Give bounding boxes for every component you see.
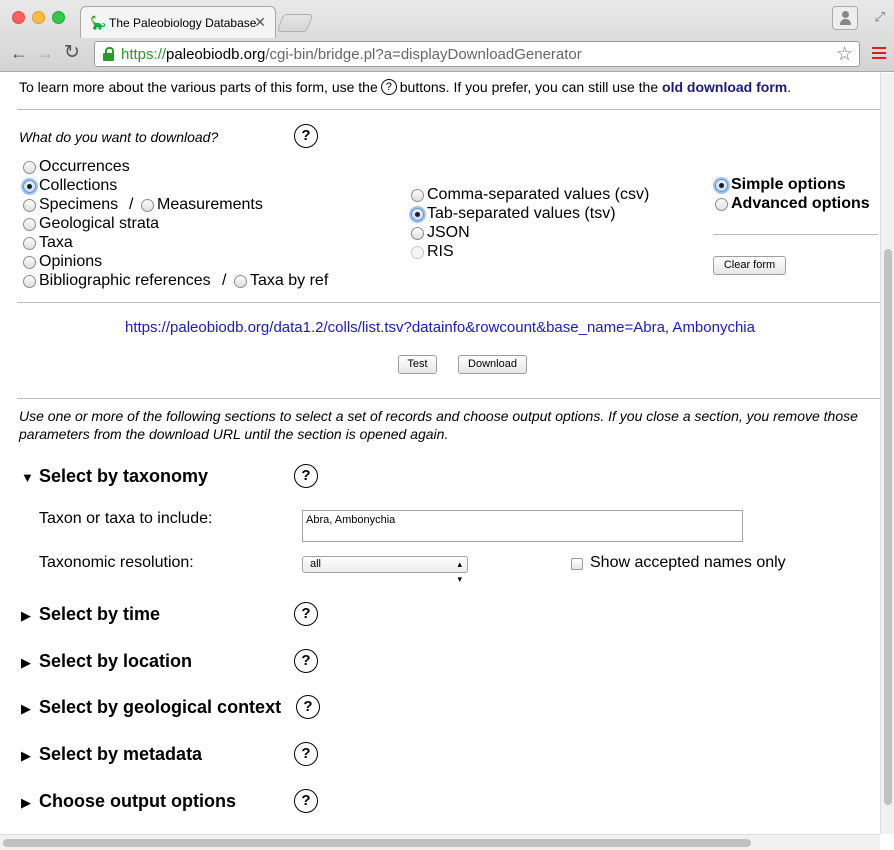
old-download-form-link[interactable]: old download form bbox=[662, 79, 787, 95]
triangle-right-icon: ▶ bbox=[21, 795, 31, 810]
triangle-down-icon: ▼ bbox=[21, 470, 34, 485]
radio-measurements[interactable] bbox=[141, 199, 154, 212]
accepted-names-checkbox[interactable] bbox=[571, 558, 583, 570]
help-taxonomy-button[interactable]: ? bbox=[294, 464, 318, 488]
vertical-scrollbar[interactable] bbox=[880, 73, 894, 834]
radio-format-tsv[interactable] bbox=[411, 208, 424, 221]
help-icon: ? bbox=[380, 79, 397, 95]
address-bar[interactable]: https://paleobiodb.org/cgi-bin/bridge.pl… bbox=[94, 41, 860, 67]
section-time-toggle[interactable]: ▶ Select by time bbox=[21, 604, 160, 625]
record-type-refs-label: Bibliographic references bbox=[39, 272, 211, 289]
help-geological-context-button[interactable]: ? bbox=[296, 695, 320, 719]
format-json-label: JSON bbox=[427, 224, 470, 241]
divider bbox=[17, 302, 880, 303]
triangle-right-icon: ▶ bbox=[21, 608, 31, 623]
radio-collections[interactable] bbox=[23, 180, 36, 193]
fullscreen-icon[interactable]: ⤢ bbox=[875, 9, 885, 25]
divider bbox=[713, 234, 878, 235]
help-what-button[interactable]: ? bbox=[294, 124, 318, 148]
section-metadata-toggle[interactable]: ▶ Select by metadata bbox=[21, 744, 202, 765]
divider bbox=[17, 109, 880, 110]
horizontal-scrollbar[interactable] bbox=[0, 834, 880, 850]
dinosaur-favicon-icon: 🦕 bbox=[90, 15, 107, 30]
profile-button[interactable] bbox=[832, 6, 858, 30]
url-text[interactable]: https://paleobiodb.org/cgi-bin/bridge.pl… bbox=[121, 46, 582, 63]
taxonomic-resolution-select[interactable]: all ▴ ▾ bbox=[302, 556, 468, 584]
format-ris-label: RIS bbox=[427, 243, 454, 260]
triangle-right-icon: ▶ bbox=[21, 748, 31, 763]
record-type-taxa-by-ref-label: Taxa by ref bbox=[250, 272, 329, 289]
clear-form-button[interactable]: Clear form bbox=[713, 256, 786, 275]
sections-instructions: Use one or more of the following section… bbox=[19, 408, 858, 442]
person-icon bbox=[840, 11, 851, 25]
bookmark-star-icon[interactable]: ☆ bbox=[836, 43, 853, 66]
download-button[interactable]: Download bbox=[458, 355, 527, 374]
radio-format-ris[interactable] bbox=[411, 246, 424, 259]
radio-occurrences[interactable] bbox=[23, 161, 36, 174]
radio-taxa[interactable] bbox=[23, 237, 36, 250]
test-button[interactable]: Test bbox=[398, 355, 437, 374]
help-metadata-button[interactable]: ? bbox=[294, 742, 318, 766]
radio-opinions[interactable] bbox=[23, 256, 36, 269]
triangle-right-icon: ▶ bbox=[21, 701, 31, 716]
triangle-right-icon: ▶ bbox=[21, 655, 31, 670]
help-time-button[interactable]: ? bbox=[294, 602, 318, 626]
forward-arrow-icon[interactable]: → bbox=[36, 43, 54, 63]
new-tab-button[interactable] bbox=[276, 14, 314, 32]
accepted-names-label: Show accepted names only bbox=[590, 554, 786, 571]
radio-taxa-by-ref[interactable] bbox=[234, 275, 247, 288]
separator-slash: / bbox=[222, 272, 227, 289]
simple-options-label: Simple options bbox=[731, 176, 846, 193]
format-csv-label: Comma-separated values (csv) bbox=[427, 186, 650, 203]
radio-format-json[interactable] bbox=[411, 227, 424, 240]
zoom-window-button[interactable] bbox=[52, 11, 65, 24]
close-tab-icon[interactable]: ✕ bbox=[254, 14, 266, 31]
separator-slash: / bbox=[129, 196, 134, 213]
help-location-button[interactable]: ? bbox=[294, 649, 318, 673]
radio-specimens[interactable] bbox=[23, 199, 36, 212]
section-output-options-toggle[interactable]: ▶ Choose output options bbox=[21, 791, 236, 812]
back-arrow-icon[interactable]: ← bbox=[10, 43, 28, 63]
section-taxonomy-toggle[interactable]: ▼ Select by taxonomy bbox=[21, 466, 208, 487]
tab-title: The Paleobiology Database bbox=[109, 16, 257, 30]
format-tsv-label: Tab-separated values (tsv) bbox=[427, 205, 616, 222]
radio-bibliographic-references[interactable] bbox=[23, 275, 36, 288]
help-output-options-button[interactable]: ? bbox=[294, 789, 318, 813]
browser-toolbar: 🦕 The Paleobiology Database ✕ ⤢ ← → ↻ ht… bbox=[0, 0, 894, 72]
record-type-taxa-label: Taxa bbox=[39, 234, 73, 251]
minimize-window-button[interactable] bbox=[32, 11, 45, 24]
record-type-specimens-label: Specimens bbox=[39, 196, 119, 213]
section-location-toggle[interactable]: ▶ Select by location bbox=[21, 651, 192, 672]
radio-format-csv[interactable] bbox=[411, 189, 424, 202]
select-arrows-icon: ▴ ▾ bbox=[457, 559, 462, 584]
taxonomic-resolution-label: Taxonomic resolution: bbox=[39, 554, 194, 571]
radio-advanced-options[interactable] bbox=[715, 198, 728, 211]
radio-geological-strata[interactable] bbox=[23, 218, 36, 231]
record-type-opinions-label: Opinions bbox=[39, 253, 103, 270]
record-type-occurrences-label: Occurrences bbox=[39, 158, 130, 175]
lock-icon bbox=[103, 47, 114, 61]
record-type-strata-label: Geological strata bbox=[39, 215, 160, 232]
close-window-button[interactable] bbox=[12, 11, 25, 24]
browser-tab[interactable]: 🦕 The Paleobiology Database ✕ bbox=[80, 6, 276, 38]
taxa-include-textarea[interactable]: Abra, Ambonychia bbox=[302, 510, 743, 542]
vertical-scroll-thumb[interactable] bbox=[884, 249, 892, 805]
horizontal-scroll-thumb[interactable] bbox=[3, 839, 751, 847]
page-content: To learn more about the various parts of… bbox=[0, 73, 880, 834]
record-type-measurements-label: Measurements bbox=[157, 196, 263, 213]
section-geological-context-toggle[interactable]: ▶ Select by geological context bbox=[21, 697, 281, 718]
radio-simple-options[interactable] bbox=[715, 179, 728, 192]
reload-icon[interactable]: ↻ bbox=[64, 43, 80, 63]
intro-text: To learn more about the various parts of… bbox=[19, 79, 792, 95]
generated-url-link[interactable]: https://paleobiodb.org/data1.2/colls/lis… bbox=[0, 319, 880, 336]
hamburger-menu-icon[interactable] bbox=[872, 47, 886, 59]
taxa-include-label: Taxon or taxa to include: bbox=[39, 510, 213, 527]
divider bbox=[17, 398, 880, 399]
record-type-collections-label: Collections bbox=[39, 177, 118, 194]
advanced-options-label: Advanced options bbox=[731, 195, 870, 212]
download-question: What do you want to download? bbox=[19, 129, 219, 145]
